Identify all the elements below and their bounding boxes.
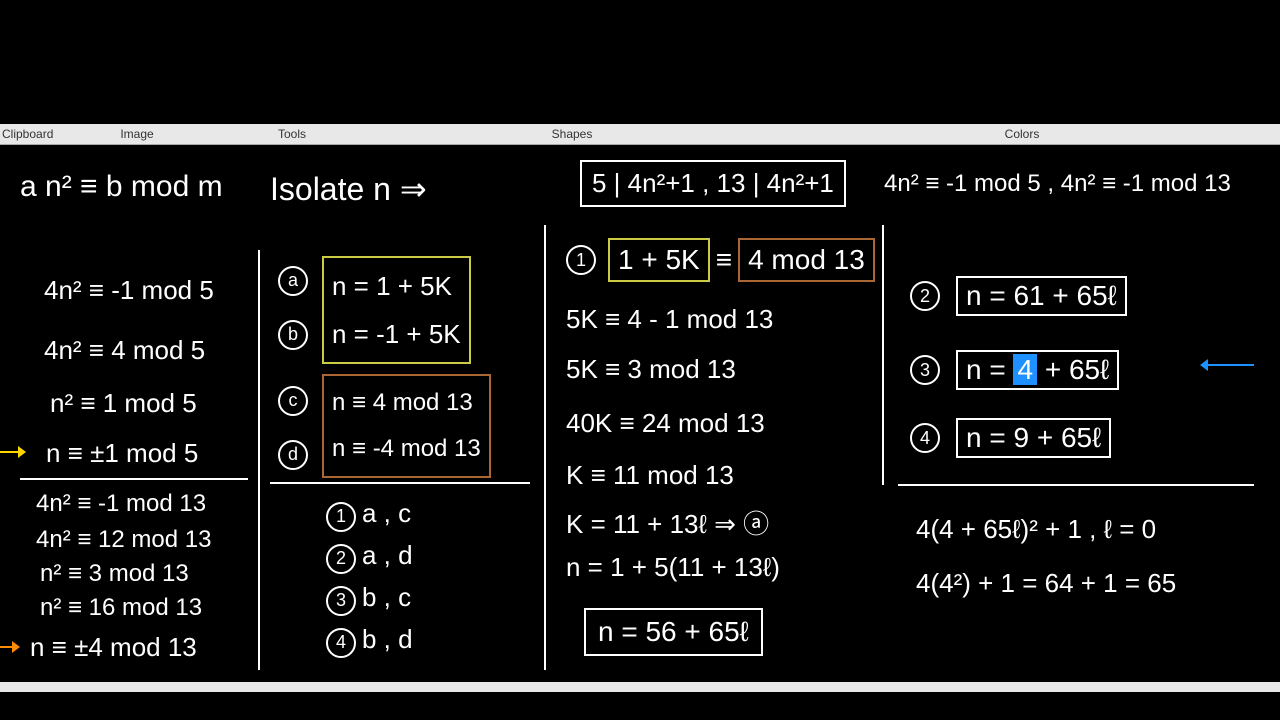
top-congruences: 4n² ≡ -1 mod 5 , 4n² ≡ -1 mod 13 — [884, 170, 1231, 198]
c1-l3: n² ≡ 1 mod 5 — [50, 388, 197, 419]
sep1 — [258, 250, 260, 670]
opt-a-text: n = 1 + 5K — [332, 262, 461, 310]
pair2: 2a , d — [326, 540, 413, 574]
isolate-n: Isolate n ⇒ — [270, 170, 427, 208]
arrow-yellow — [0, 445, 28, 459]
opt-d-text: n ≡ -4 mod 13 — [332, 426, 481, 472]
circle-c: c — [278, 386, 308, 416]
tb-colors: Colors — [782, 127, 1262, 141]
bottom-bar — [0, 682, 1280, 692]
c1-l1: 4n² ≡ -1 mod 5 — [44, 275, 214, 306]
c3-s5: K = 11 + 13ℓ ⇒ ⓐ — [566, 504, 769, 541]
c1-l7: n² ≡ 3 mod 13 — [40, 560, 189, 588]
c1-l2: 4n² ≡ 4 mod 5 — [44, 335, 205, 366]
c3-s2: 5K ≡ 3 mod 13 — [566, 354, 736, 385]
step1-equiv: ≡ — [716, 244, 732, 276]
sep3 — [882, 225, 884, 485]
general-form: a n² ≡ b mod m — [20, 170, 223, 204]
divisibility-box: 5 | 4n²+1 , 13 | 4n²+1 — [580, 160, 846, 207]
step1-eq: 1 1 + 5K ≡ 4 mod 13 — [566, 238, 875, 282]
result3-box: n = 4 + 65ℓ — [956, 350, 1119, 390]
c2-div — [270, 482, 530, 484]
c1-l5: 4n² ≡ -1 mod 13 — [36, 490, 206, 518]
pair1: 1a , c — [326, 498, 411, 532]
circle-b: b — [278, 320, 308, 350]
result3: 3 n = 4 + 65ℓ — [910, 350, 1119, 390]
c1-div — [20, 478, 248, 480]
circle-a: a — [278, 266, 308, 296]
arrow-orange — [0, 640, 22, 654]
tb-clipboard: Clipboard — [0, 127, 52, 141]
opt-b: b — [278, 316, 314, 350]
box-cd: n ≡ 4 mod 13 n ≡ -4 mod 13 — [322, 374, 491, 478]
arrow-blue — [1198, 358, 1258, 372]
tb-shapes: Shapes — [362, 127, 782, 141]
circle-1: 1 — [566, 245, 596, 275]
c1-l6: 4n² ≡ 12 mod 13 — [36, 526, 211, 554]
tb-image: Image — [52, 127, 222, 141]
box-ab: n = 1 + 5K n = -1 + 5K — [322, 256, 471, 364]
opt-c: c — [278, 382, 314, 416]
check2: 4(4²) + 1 = 64 + 1 = 65 — [916, 568, 1176, 599]
result2: 2n = 61 + 65ℓ — [910, 276, 1127, 316]
c1-l8: n² ≡ 16 mod 13 — [40, 594, 202, 622]
sep2 — [544, 225, 546, 670]
tb-tools: Tools — [222, 127, 362, 141]
c3-s4: K ≡ 11 mod 13 — [566, 460, 734, 491]
opt-b-text: n = -1 + 5K — [332, 310, 461, 358]
result4: 4n = 9 + 65ℓ — [910, 418, 1111, 458]
c4-div — [898, 484, 1254, 486]
check1: 4(4 + 65ℓ)² + 1 , ℓ = 0 — [916, 514, 1156, 545]
opt-c-text: n ≡ 4 mod 13 — [332, 380, 481, 426]
step1-left: 1 + 5K — [608, 238, 710, 282]
pair4: 4b , d — [326, 624, 413, 658]
opt-d: d — [278, 436, 314, 470]
c1-l9: n ≡ ±4 mod 13 — [30, 632, 197, 663]
pair3: 3b , c — [326, 582, 411, 616]
c3-s3: 40K ≡ 24 mod 13 — [566, 408, 765, 439]
c3-result: n = 56 + 65ℓ — [584, 608, 763, 656]
opt-a: a — [278, 262, 314, 296]
circle-d: d — [278, 440, 308, 470]
c1-l4: n ≡ ±1 mod 5 — [46, 438, 198, 469]
step1-right: 4 mod 13 — [738, 238, 875, 282]
toolbar: Clipboard Image Tools Shapes Colors — [0, 124, 1280, 145]
c3-s1: 5K ≡ 4 - 1 mod 13 — [566, 304, 773, 335]
c3-s6: n = 1 + 5(11 + 13ℓ) — [566, 552, 780, 583]
